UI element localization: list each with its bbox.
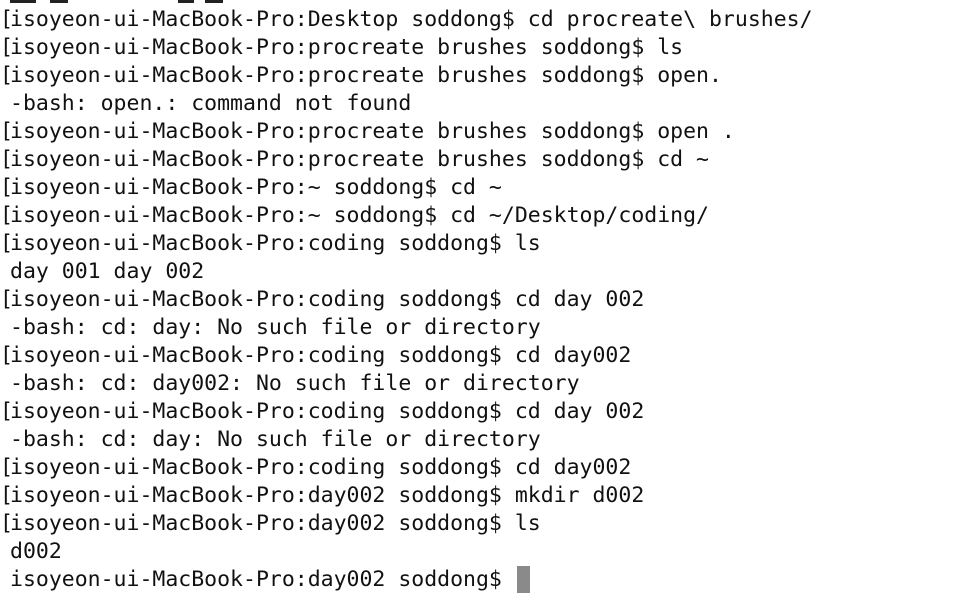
line-text: -bash: cd: day: No such file or director… [10, 427, 541, 452]
line-text: isoyeon-ui-MacBook-Pro:procreate brushes… [10, 119, 735, 144]
line-bracket: [ [0, 399, 13, 424]
terminal-line: [isoyeon-ui-MacBook-Pro:coding soddong$ … [0, 286, 644, 314]
terminal-line: [-bash: cd: day: No such file or directo… [0, 426, 541, 454]
line-text: day 001 day 002 [10, 259, 205, 284]
terminal-line: [isoyeon-ui-MacBook-Pro:procreate brushe… [0, 118, 735, 146]
line-text: isoyeon-ui-MacBook-Pro:coding soddong$ c… [10, 455, 632, 480]
terminal-line: [day 001 day 002 [0, 258, 204, 286]
line-text: d002 [10, 539, 62, 564]
terminal-line: [-bash: cd: day: No such file or directo… [0, 314, 541, 342]
terminal-line: [isoyeon-ui-MacBook-Pro:procreate brushe… [0, 62, 722, 90]
line-bracket: [ [0, 511, 13, 536]
terminal-line: [isoyeon-ui-MacBook-Pro:~ soddong$ cd ~ [0, 174, 502, 202]
line-bracket: [ [0, 483, 13, 508]
terminal-line: [isoyeon-ui-MacBook-Pro:coding soddong$ … [0, 398, 644, 426]
terminal-line: [isoyeon-ui-MacBook-Pro:coding soddong$ … [0, 230, 541, 258]
line-text: -bash: cd: day: No such file or director… [10, 315, 541, 340]
line-text: isoyeon-ui-MacBook-Pro:day002 soddong$ m… [10, 483, 645, 508]
line-text: isoyeon-ui-MacBook-Pro:day002 soddong$ l… [10, 511, 541, 536]
line-bracket: [ [0, 7, 13, 32]
line-text: -bash: open.: command not found [10, 91, 412, 116]
terminal-line: [isoyeon-ui-MacBook-Pro:~ soddong$ cd ~/… [0, 202, 709, 230]
terminal-line: [isoyeon-ui-MacBook-Pro:coding soddong$ … [0, 454, 631, 482]
line-text: isoyeon-ui-MacBook-Pro:procreate brushes… [10, 147, 709, 172]
line-bracket: [ [0, 287, 13, 312]
terminal-line: [isoyeon-ui-MacBook-Pro:coding soddong$ … [0, 342, 631, 370]
line-text: -bash: cd: day002: No such file or direc… [10, 371, 580, 396]
line-bracket: [ [0, 343, 13, 368]
terminal-window[interactable]: [isoyeon-ui-MacBook-Pro:Desktop soddong$… [0, 0, 978, 596]
line-text: isoyeon-ui-MacBook-Pro:Desktop soddong$ … [10, 7, 813, 32]
line-text: isoyeon-ui-MacBook-Pro:~ soddong$ cd ~/D… [10, 203, 709, 228]
line-bracket: [ [0, 35, 13, 60]
scrolled-line-fragment [205, 0, 223, 3]
line-text: isoyeon-ui-MacBook-Pro:coding soddong$ c… [10, 287, 645, 312]
line-bracket: [ [0, 119, 13, 144]
terminal-prompt-line[interactable]: [isoyeon-ui-MacBook-Pro:day002 soddong$ [0, 565, 530, 594]
line-text: isoyeon-ui-MacBook-Pro:~ soddong$ cd ~ [10, 175, 502, 200]
text-cursor [516, 565, 530, 593]
terminal-line: [isoyeon-ui-MacBook-Pro:day002 soddong$ … [0, 482, 644, 510]
line-bracket: [ [0, 175, 13, 200]
line-bracket: [ [0, 455, 13, 480]
terminal-line: [isoyeon-ui-MacBook-Pro:procreate brushe… [0, 34, 683, 62]
scrolled-line-fragment [50, 0, 68, 3]
line-text: isoyeon-ui-MacBook-Pro:procreate brushes… [10, 63, 722, 88]
line-bracket: [ [0, 63, 13, 88]
terminal-line: [isoyeon-ui-MacBook-Pro:Desktop soddong$… [0, 6, 813, 34]
line-text: isoyeon-ui-MacBook-Pro:procreate brushes… [10, 35, 684, 60]
terminal-line: [-bash: open.: command not found [0, 90, 411, 118]
line-text: isoyeon-ui-MacBook-Pro:coding soddong$ c… [10, 343, 632, 368]
line-bracket: [ [0, 203, 13, 228]
line-bracket: [ [0, 147, 13, 172]
scrolled-line-fragment [178, 0, 194, 3]
line-text: isoyeon-ui-MacBook-Pro:day002 soddong$ [10, 567, 515, 592]
line-bracket: [ [0, 231, 13, 256]
terminal-line: [d002 [0, 538, 62, 566]
terminal-line: [isoyeon-ui-MacBook-Pro:day002 soddong$ … [0, 510, 541, 538]
terminal-line: [-bash: cd: day002: No such file or dire… [0, 370, 580, 398]
terminal-line: [isoyeon-ui-MacBook-Pro:procreate brushe… [0, 146, 709, 174]
line-text: isoyeon-ui-MacBook-Pro:coding soddong$ l… [10, 231, 541, 256]
scrolled-line-fragment [10, 0, 36, 3]
line-text: isoyeon-ui-MacBook-Pro:coding soddong$ c… [10, 399, 645, 424]
